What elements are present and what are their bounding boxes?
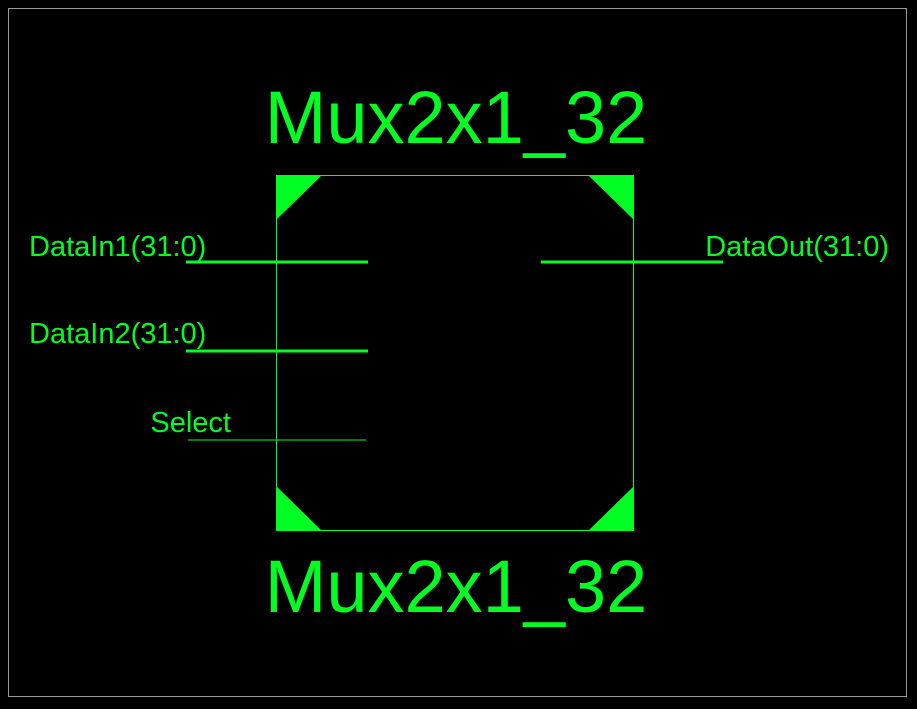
pin-select-label: Select bbox=[150, 407, 231, 439]
pin-datain2-label: DataIn2(31:0) bbox=[29, 318, 206, 350]
pin-datain1-label: DataIn1(31:0) bbox=[29, 231, 206, 263]
corner-marker-bottom-left bbox=[276, 486, 322, 531]
symbol-name-bottom: Mux2x1_32 bbox=[265, 545, 648, 628]
schematic-canvas: Mux2x1_32 DataIn1(31:0) DataIn2(31:0) Se… bbox=[0, 0, 917, 709]
pin-datain2[interactable]: DataIn2(31:0) bbox=[29, 318, 368, 353]
pin-dataout[interactable]: DataOut(31:0) bbox=[541, 231, 889, 264]
mux-symbol-diagram: Mux2x1_32 DataIn1(31:0) DataIn2(31:0) Se… bbox=[29, 76, 889, 628]
pin-dataout-label: DataOut(31:0) bbox=[705, 231, 889, 263]
pin-select[interactable]: Select bbox=[150, 407, 366, 441]
corner-marker-bottom-right bbox=[588, 486, 634, 531]
corner-marker-top-left bbox=[276, 175, 322, 220]
symbol-name-top: Mux2x1_32 bbox=[265, 76, 648, 159]
pin-datain1[interactable]: DataIn1(31:0) bbox=[29, 231, 368, 264]
corner-marker-top-right bbox=[588, 175, 634, 220]
symbol-body[interactable] bbox=[276, 175, 634, 531]
